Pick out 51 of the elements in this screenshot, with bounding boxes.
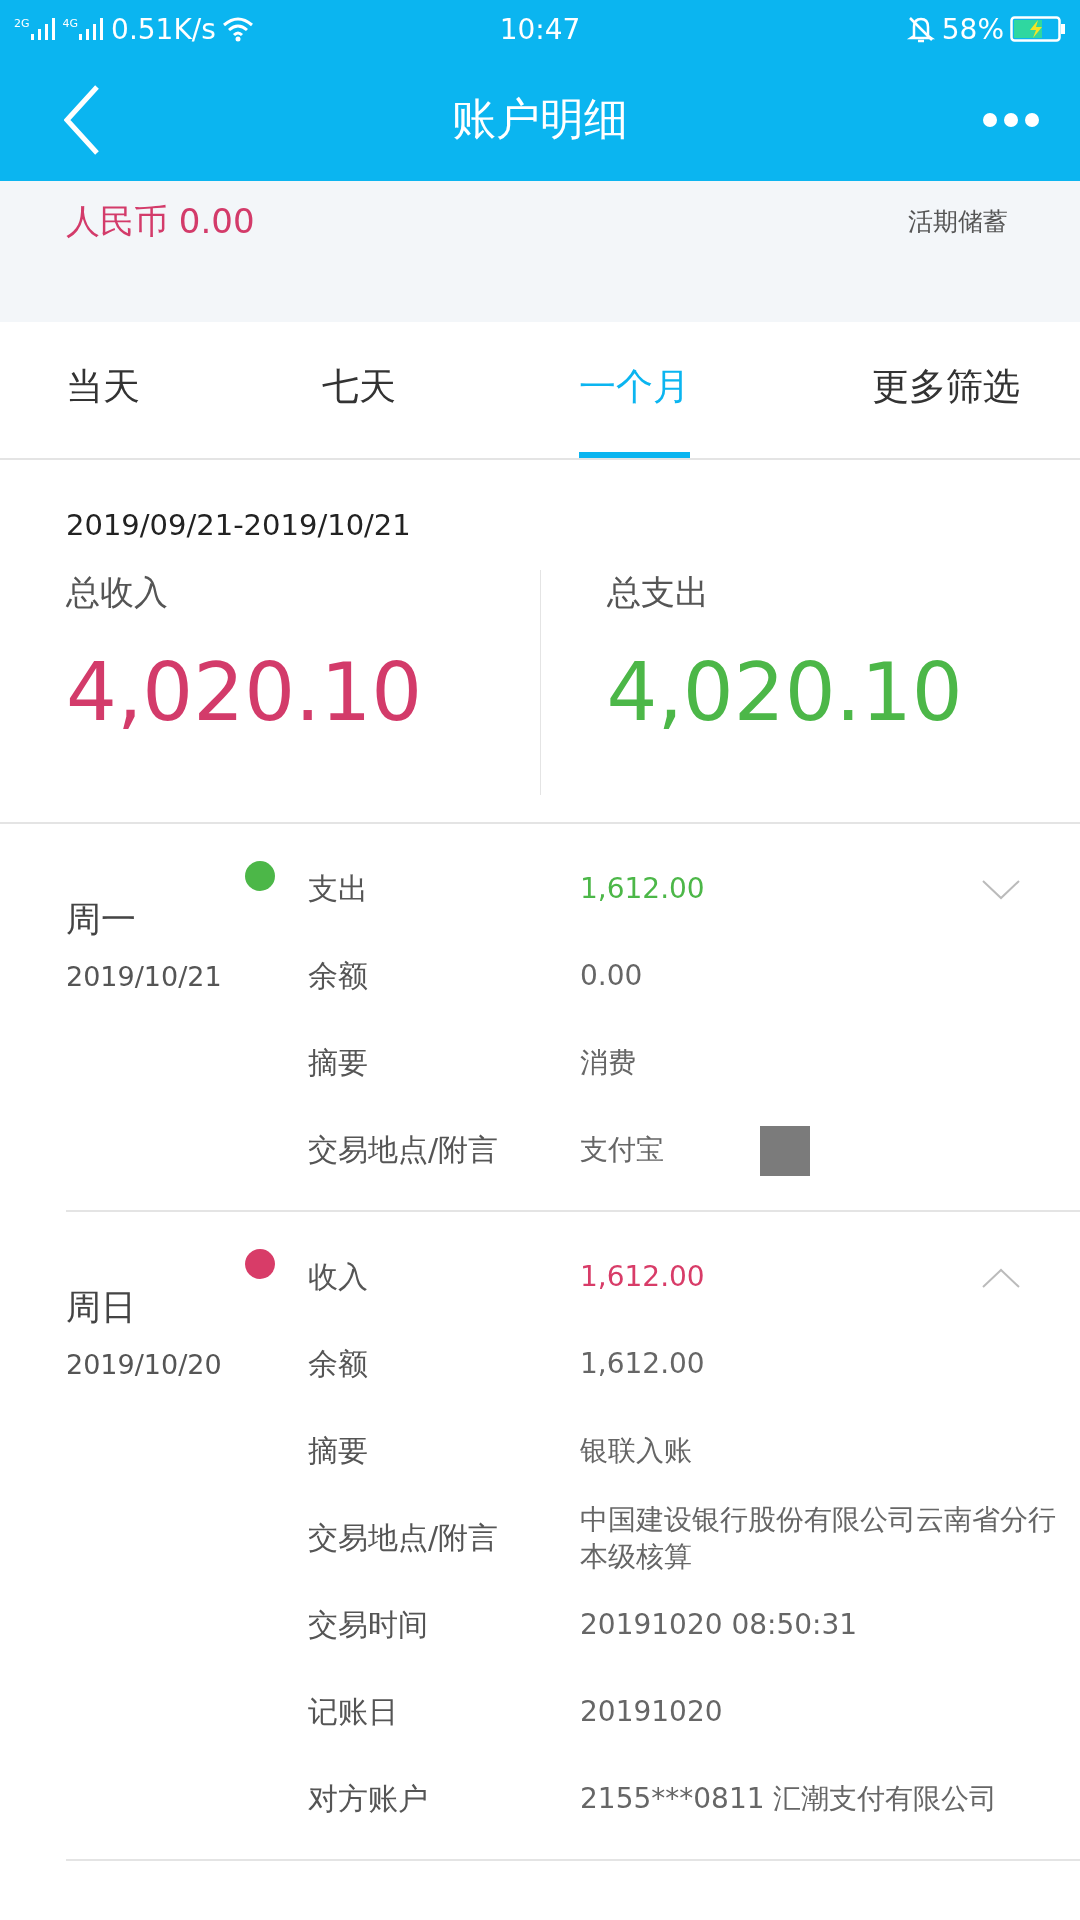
expand-button[interactable] (982, 879, 1020, 900)
more-button[interactable] (982, 111, 1040, 128)
signal-icon (79, 18, 106, 40)
detail-label: 余额 (308, 957, 369, 995)
battery-charging-icon (1010, 16, 1066, 42)
detail-label: 交易地点/附言 (308, 1131, 500, 1169)
network-label: 2G (14, 18, 30, 29)
detail-value: 银联入账 (580, 1433, 693, 1470)
detail-label: 交易地点/附言 (308, 1519, 500, 1557)
detail-value: 20191020 08:50:31 (580, 1607, 859, 1644)
transaction-amount: 1,612.00 (580, 871, 706, 908)
collapse-button[interactable] (982, 1267, 1020, 1288)
battery-percent: 58% (941, 12, 1004, 46)
wifi-icon (221, 16, 254, 42)
period-tab[interactable]: 七天 (322, 322, 397, 458)
transaction-type: 支出 (308, 870, 369, 908)
detail-value: 1,612.00 (580, 1346, 706, 1383)
detail-value: 支付宝 (580, 1132, 665, 1169)
network-speed: 0.51K/s (111, 12, 216, 46)
income-total: 4,020.10 (66, 646, 424, 739)
weekday: 周一 (66, 898, 137, 941)
detail-value: 20191020 (580, 1694, 724, 1731)
income-label: 总收入 (66, 571, 169, 614)
detail-value: 消费 (580, 1045, 637, 1082)
detail-label: 记账日 (308, 1693, 399, 1731)
transaction-amount: 1,612.00 (580, 1259, 706, 1296)
detail-label: 摘要 (308, 1432, 369, 1470)
detail-label: 交易时间 (308, 1606, 429, 1644)
detail-value: 0.00 (580, 958, 644, 995)
expense-label: 总支出 (606, 571, 710, 614)
transaction-date: 2019/10/21 (66, 961, 223, 992)
transaction-type: 收入 (308, 1258, 369, 1296)
transaction-date: 2019/10/20 (66, 1349, 223, 1380)
bell-muted-icon (905, 14, 936, 44)
detail-value: 2155***0811 汇潮支付有限公司 (580, 1781, 999, 1818)
expense-total: 4,020.10 (606, 646, 964, 739)
account-balance: 人民币 0.00 (66, 200, 255, 243)
detail-label: 余额 (308, 1345, 369, 1383)
back-button[interactable] (64, 84, 100, 155)
account-type: 活期储蓄 (908, 206, 1008, 238)
detail-label: 摘要 (308, 1044, 369, 1082)
period-tab[interactable]: 更多筛选 (872, 322, 1020, 458)
date-range: 2019/09/21-2019/10/21 (66, 508, 412, 542)
weekday: 周日 (66, 1286, 137, 1329)
signal-icon (30, 18, 57, 40)
network-label: 4G (62, 18, 79, 29)
page-title: 账户明细 (452, 92, 628, 146)
status-time: 10:47 (499, 12, 581, 46)
detail-value: 中国建设银行股份有限公司云南省分行本级核算 (580, 1502, 1057, 1575)
period-tab[interactable]: 当天 (66, 322, 140, 458)
detail-label: 对方账户 (308, 1780, 429, 1818)
